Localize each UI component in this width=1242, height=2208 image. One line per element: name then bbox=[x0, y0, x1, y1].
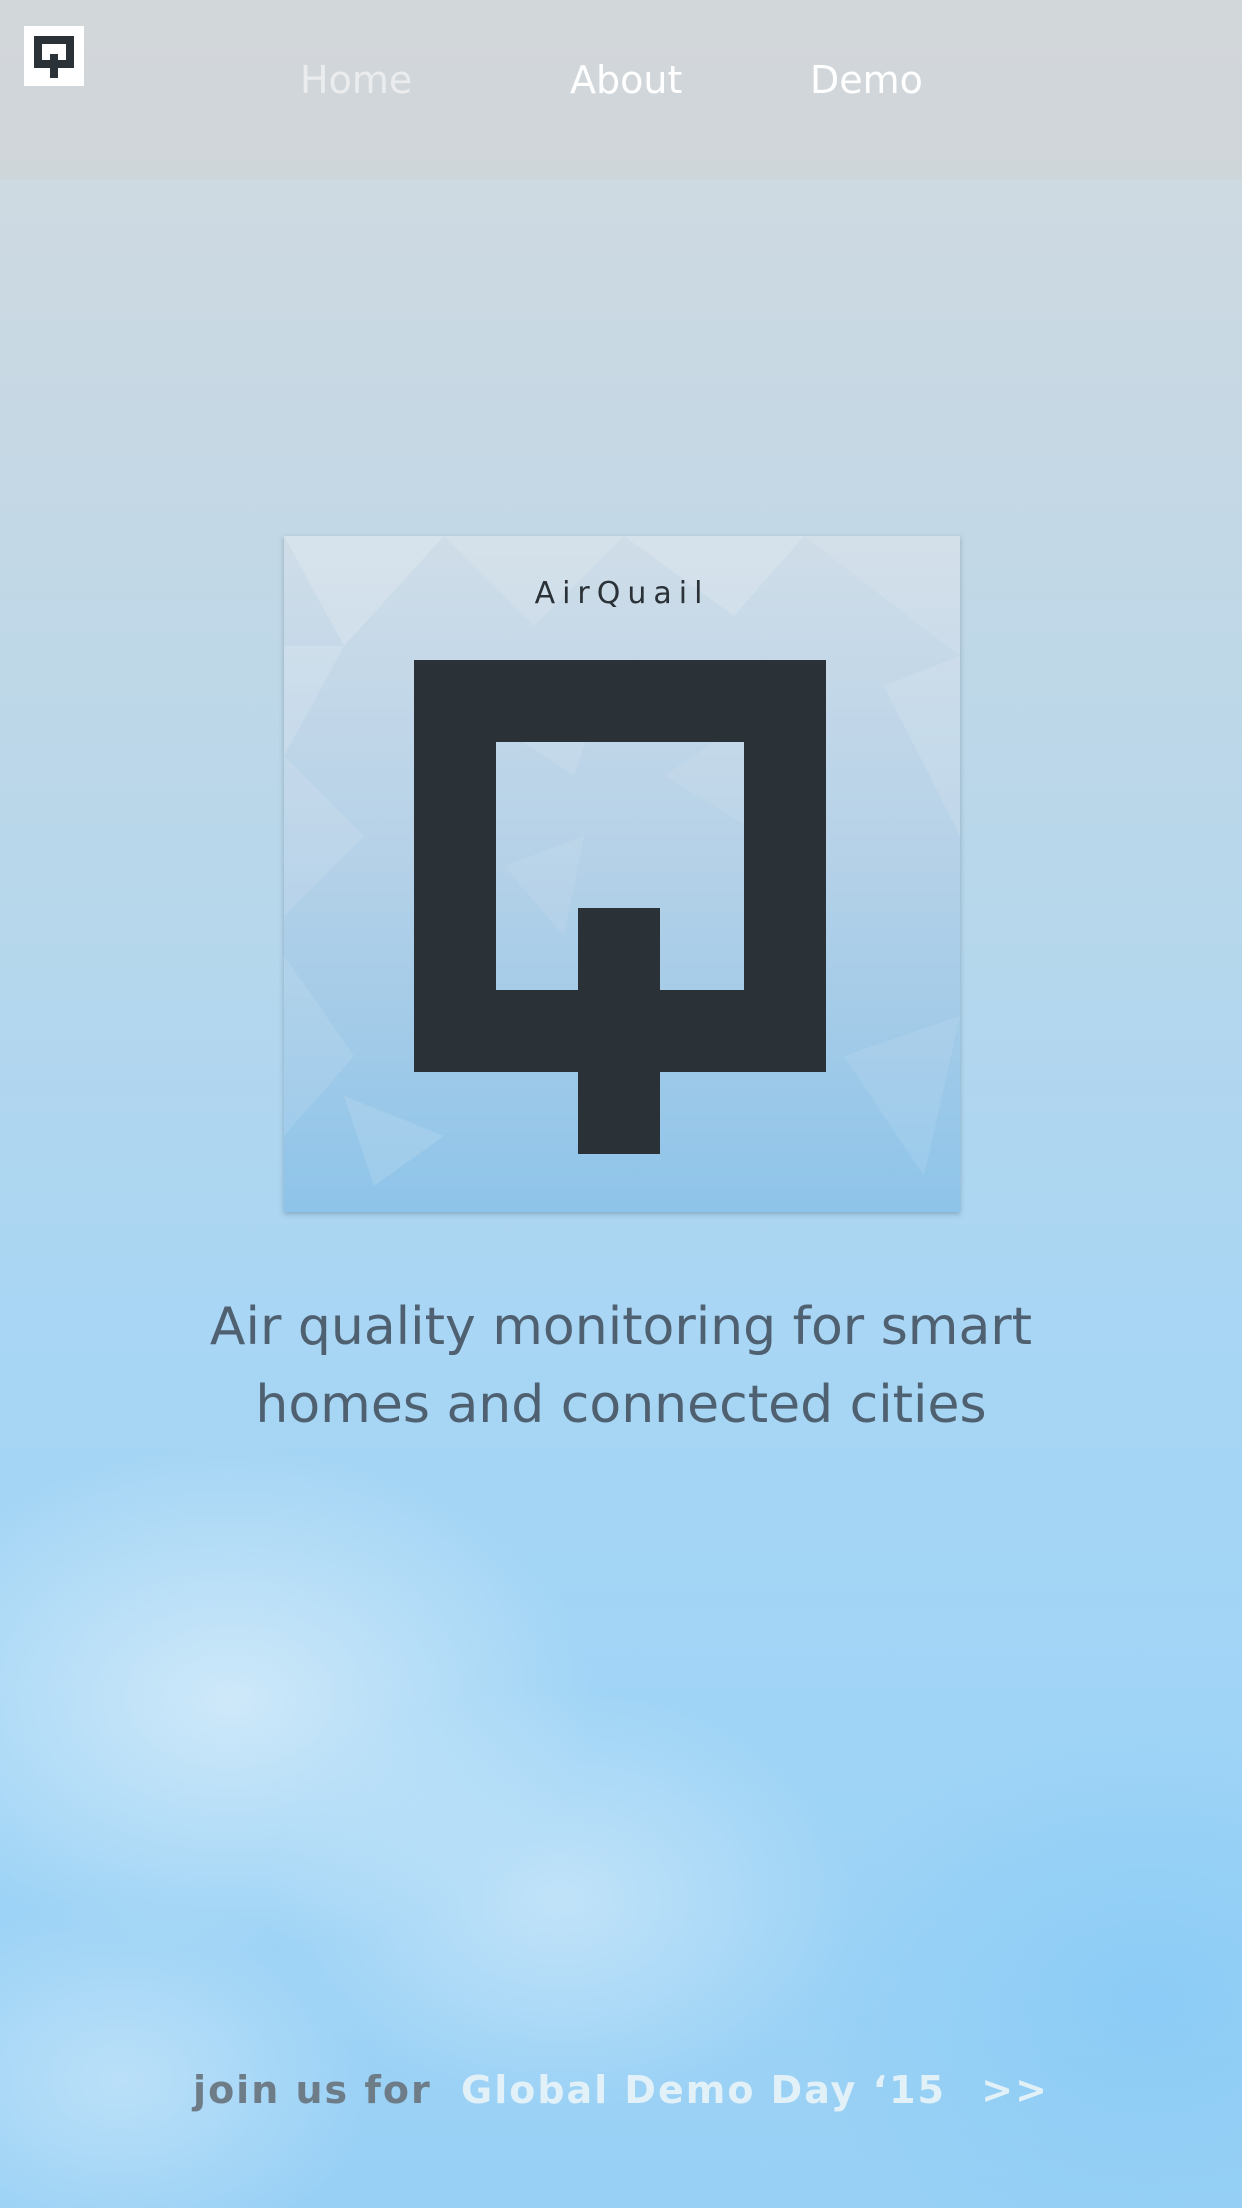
nav-link-demo[interactable]: Demo bbox=[810, 58, 923, 102]
hero-tagline: Air quality monitoring for smart homes a… bbox=[171, 1288, 1071, 1444]
top-navigation-bar: Home About Demo bbox=[0, 0, 1242, 180]
tagline-line-2: homes and connected cities bbox=[255, 1375, 987, 1435]
cta-arrow-icon[interactable]: >> bbox=[981, 2068, 1049, 2112]
q-mark-icon bbox=[34, 36, 74, 78]
airquail-logo-icon[interactable] bbox=[24, 26, 84, 86]
demo-day-cta-link[interactable]: join us for Global Demo Day ‘15 >> bbox=[0, 2068, 1242, 2112]
airquail-q-logo-icon bbox=[414, 660, 826, 1154]
nav-link-about[interactable]: About bbox=[570, 58, 682, 102]
brand-name: AirQuail bbox=[534, 576, 710, 611]
hero-logo-card: AirQuail bbox=[284, 536, 960, 1212]
cta-event-name[interactable]: Global Demo Day ‘15 bbox=[461, 2068, 946, 2112]
cta-prefix-text: join us for bbox=[193, 2068, 432, 2112]
nav-link-home[interactable]: Home bbox=[300, 58, 412, 102]
tagline-line-1: Air quality monitoring for smart bbox=[209, 1297, 1033, 1357]
